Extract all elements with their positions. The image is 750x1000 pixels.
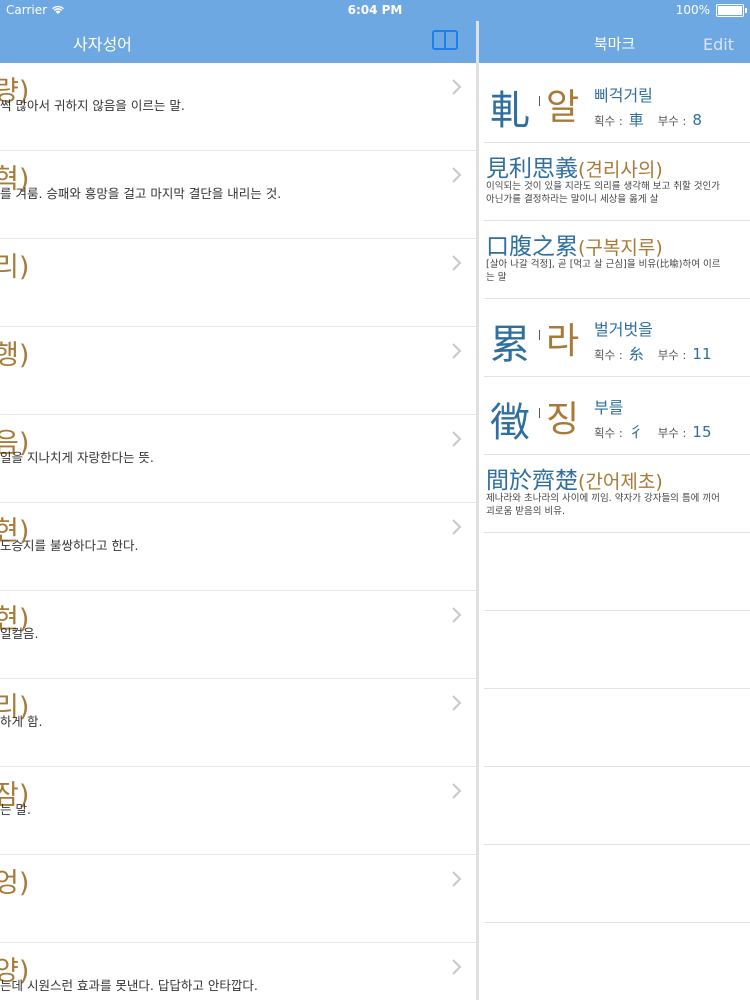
strokes-value: 彳 [628, 423, 644, 441]
idiom-meaning: 이익되는 것이 있을 지라도 의리를 생각해 보고 취할 것인가 아닌가를 결정… [486, 181, 720, 205]
idiom-meaning: 제나라와 초나라의 사이에 끼임. 약자가 강자들의 틈에 끼어 괴로움 받음의… [486, 493, 720, 517]
idiom-hanja: 間於齊楚 [486, 468, 578, 494]
empty-row [484, 845, 750, 923]
bookmark-idiom-item[interactable]: 見利思義(견리사의) 이익되는 것이 있을 지라도 의리를 생각해 보고 취할 것… [484, 143, 750, 221]
list-item[interactable]: 행) [0, 327, 477, 415]
edit-button[interactable]: Edit [703, 35, 734, 54]
chevron-right-icon [452, 519, 461, 535]
list-item[interactable]: 현) 도승지를 불쌍하다고 한다. [0, 503, 477, 591]
idiom-reading: (견리사의) [578, 159, 663, 181]
separator [539, 96, 540, 106]
radical-label: 부수 : [657, 426, 687, 440]
strokes-value: 車 [628, 111, 644, 129]
hangul-sound: 라 [546, 321, 580, 362]
hangul-sound: 알 [546, 87, 580, 128]
chevron-right-icon [452, 607, 461, 623]
idiom-description: 썩 많아서 귀하지 않음을 이르는 말. [0, 98, 185, 113]
strokes-label: 획수 : [594, 114, 623, 128]
strokes-label: 획수 : [594, 348, 623, 362]
left-navigation-bar: 사자성어 [0, 21, 477, 63]
chevron-right-icon [452, 783, 461, 799]
status-bar: Carrier 6:04 PM 100% [0, 0, 750, 21]
hangul-sound: 징 [546, 399, 580, 440]
radical-label: 부수 : [657, 348, 687, 362]
character-meta: 획수 : 彳 부수 : 15 [594, 421, 726, 442]
strokes-label: 획수 : [594, 426, 623, 440]
bookmark-pane: 북마크 Edit 軋 알 삐걱거릴획수 : 車 부수 : 8 見利思義(견리사의) 이익되는 … [479, 0, 750, 1000]
idiom-meaning: [살아 나갈 걱정], 곧 [먹고 살 근심]을 비유(比喩)하여 이르는 말 [486, 259, 721, 283]
chevron-right-icon [452, 871, 461, 887]
character-meaning: 삐걱거릴 [594, 86, 653, 105]
separator [539, 408, 540, 418]
separator [539, 330, 540, 340]
idiom-reading: (구복지루) [578, 237, 663, 259]
bookmark-character-item[interactable]: 軋 알 삐걱거릴획수 : 車 부수 : 8 [484, 65, 750, 143]
bookmark-idiom-item[interactable]: 間於齊楚(간어제초) 제나라와 초나라의 사이에 끼임. 약자가 강자들의 틈에 … [484, 455, 750, 533]
hanja-character: 累 [490, 322, 530, 368]
chevron-right-icon [452, 79, 461, 95]
left-nav-title: 사자성어 [73, 35, 132, 54]
strokes-value: 糸 [628, 345, 644, 363]
idiom-description: 일컬음. [0, 626, 39, 641]
list-item[interactable]: 현) 일컬음. [0, 591, 477, 679]
idiom-list-pane: 사자성어 량) 썩 많아서 귀하지 않음을 이르는 말. 혁) 를 겨룸. 승패와 흥… [0, 0, 477, 1000]
empty-row [484, 611, 750, 689]
bookmark-character-item[interactable]: 累 라 벌거벗을획수 : 糸 부수 : 11 [484, 299, 750, 377]
idiom-header: 間於齊楚(간어제초) [486, 461, 663, 495]
radical-label: 부수 : [657, 114, 687, 128]
battery-percent: 100% [675, 3, 710, 17]
bookmark-list: 軋 알 삐걱거릴획수 : 車 부수 : 8 見利思義(견리사의) 이익되는 것이 있을 지라도… [479, 65, 750, 923]
list-item[interactable]: 리) [0, 239, 477, 327]
idiom-hanja: 見利思義 [486, 156, 578, 182]
idiom-header: 見利思義(견리사의) [486, 149, 663, 183]
idiom-header: 口腹之累(구복지루) [486, 227, 663, 261]
chevron-right-icon [452, 959, 461, 975]
chevron-right-icon [452, 255, 461, 271]
empty-row [484, 767, 750, 845]
chevron-right-icon [452, 167, 461, 183]
idiom-reading: 엉) [0, 868, 30, 899]
idiom-description: 는데 시원스런 효과를 못낸다. 답답하고 안타깝다. [0, 978, 258, 993]
bookmark-idiom-item[interactable]: 口腹之累(구복지루) [살아 나갈 걱정], 곧 [먹고 살 근심]을 비유(比喩… [484, 221, 750, 299]
hanja-character: 軋 [490, 88, 530, 134]
bookmark-character-item[interactable]: 徵 징 부를획수 : 彳 부수 : 15 [484, 377, 750, 455]
list-item[interactable]: 양) 는데 시원스런 효과를 못낸다. 답답하고 안타깝다. [0, 943, 477, 1000]
character-meaning: 벌거벗을 [594, 320, 653, 339]
battery-icon [716, 3, 747, 17]
idiom-description: 하게 함. [0, 714, 43, 729]
idiom-description: 를 겨룸. 승패와 흥망을 걸고 마지막 결단을 내리는 것. [0, 186, 282, 201]
chevron-right-icon [452, 431, 461, 447]
list-item[interactable]: 량) 썩 많아서 귀하지 않음을 이르는 말. [0, 63, 477, 151]
character-meta: 획수 : 車 부수 : 8 [594, 109, 716, 130]
idiom-description: 는 말. [0, 802, 31, 817]
empty-row [484, 533, 750, 611]
chevron-right-icon [452, 343, 461, 359]
list-item[interactable]: 엉) [0, 855, 477, 943]
empty-row [484, 689, 750, 767]
idiom-list: 량) 썩 많아서 귀하지 않음을 이르는 말. 혁) 를 겨룸. 승패와 흥망을 걸고… [0, 63, 477, 1000]
list-item[interactable]: 잠) 는 말. [0, 767, 477, 855]
idiom-reading: 행) [0, 340, 30, 371]
list-item[interactable]: 음) 일을 지나치게 자랑한다는 뜻. [0, 415, 477, 503]
character-meaning: 부를 [594, 398, 624, 417]
book-icon[interactable] [432, 30, 458, 50]
chevron-right-icon [452, 695, 461, 711]
idiom-reading: (간어제초) [578, 471, 663, 493]
right-navigation-bar: 북마크 Edit [479, 21, 750, 63]
radical-value: 15 [692, 423, 712, 441]
radical-value: 8 [692, 111, 702, 129]
idiom-description: 일을 지나치게 자랑한다는 뜻. [0, 450, 154, 465]
character-meta: 획수 : 糸 부수 : 11 [594, 343, 726, 364]
idiom-hanja: 口腹之累 [486, 234, 578, 260]
list-item[interactable]: 혁) 를 겨룸. 승패와 흥망을 걸고 마지막 결단을 내리는 것. [0, 151, 477, 239]
battery-indicator: 100% [675, 3, 747, 17]
idiom-description: 도승지를 불쌍하다고 한다. [0, 538, 139, 553]
list-item[interactable]: 리) 하게 함. [0, 679, 477, 767]
clock: 6:04 PM [347, 3, 403, 17]
hanja-character: 徵 [490, 400, 530, 446]
radical-value: 11 [692, 345, 712, 363]
idiom-reading: 리) [0, 252, 30, 283]
